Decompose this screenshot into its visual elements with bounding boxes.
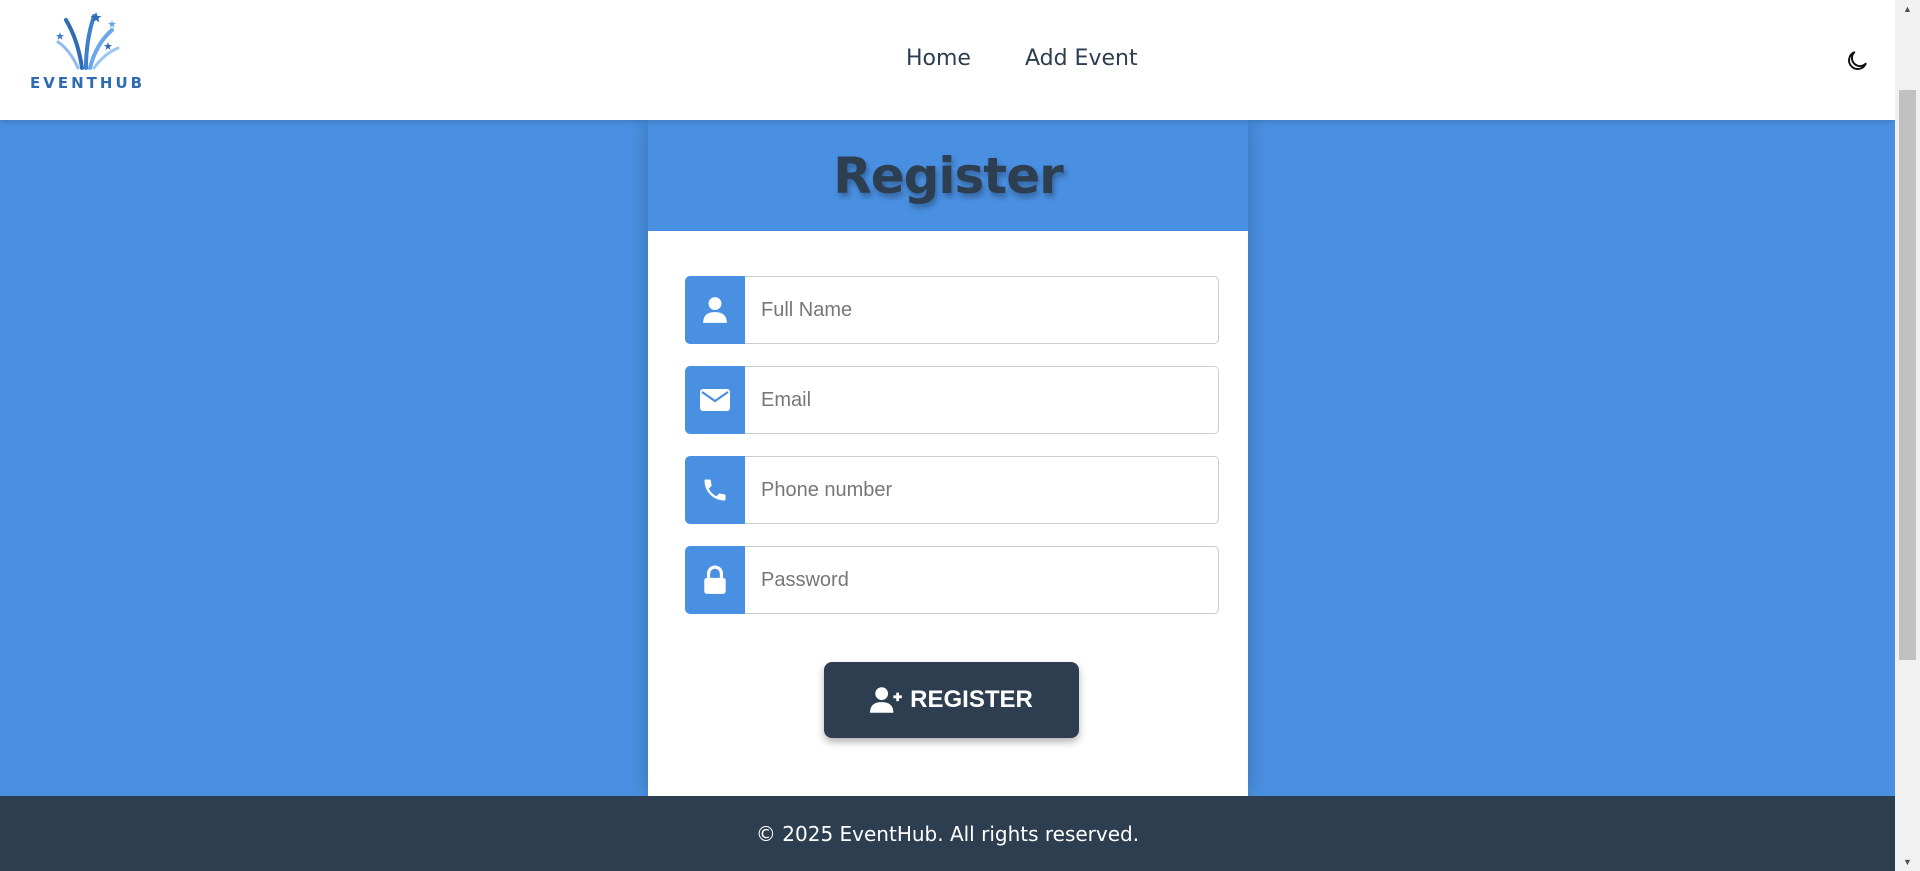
scroll-up-arrow-icon[interactable]: ▲ <box>1895 0 1920 18</box>
email-field <box>685 366 1219 434</box>
brand-logo[interactable]: EVENTHUB <box>30 10 146 95</box>
password-input[interactable] <box>745 546 1219 614</box>
main-nav: Home Add Event <box>906 46 1138 71</box>
top-navbar: EVENTHUB Home Add Event <box>0 0 1895 120</box>
register-card: Register Full Name Email Phone number RE… <box>648 120 1248 796</box>
user-icon <box>703 297 727 323</box>
phone-input[interactable] <box>745 456 1219 524</box>
page-title: Register <box>833 146 1064 205</box>
footer: © 2025 EventHub. All rights reserved. <box>0 796 1895 871</box>
field-icon-box <box>685 546 745 614</box>
copyright-text: © 2025 EventHub. All rights reserved. <box>755 821 1140 846</box>
nav-link-add-event[interactable]: Add Event <box>1025 46 1138 71</box>
theme-toggle-button[interactable] <box>1844 48 1870 74</box>
register-button[interactable]: REGISTER <box>824 662 1079 738</box>
field-icon-box <box>685 456 745 524</box>
moon-icon <box>1848 51 1867 70</box>
password-field <box>685 546 1219 614</box>
envelope-icon <box>700 389 730 411</box>
field-icon-box <box>685 366 745 434</box>
user-plus-icon <box>870 687 903 713</box>
scrollbar-thumb[interactable] <box>1899 90 1916 660</box>
email-input[interactable] <box>745 366 1219 434</box>
page-scrollbar[interactable]: ▲ ▼ <box>1895 0 1920 871</box>
scroll-down-arrow-icon[interactable]: ▼ <box>1895 853 1920 871</box>
register-card-header: Register <box>648 120 1248 231</box>
field-icon-box <box>685 276 745 344</box>
brand-name: EVENTHUB <box>30 74 146 92</box>
full-name-input[interactable] <box>745 276 1219 344</box>
register-button-label: REGISTER <box>910 686 1033 713</box>
fireworks-stars-logo-icon <box>56 12 120 70</box>
phone-icon <box>704 479 726 501</box>
nav-link-home[interactable]: Home <box>906 46 971 71</box>
phone-field <box>685 456 1219 524</box>
full-name-field <box>685 276 1219 344</box>
lock-icon <box>704 565 726 594</box>
